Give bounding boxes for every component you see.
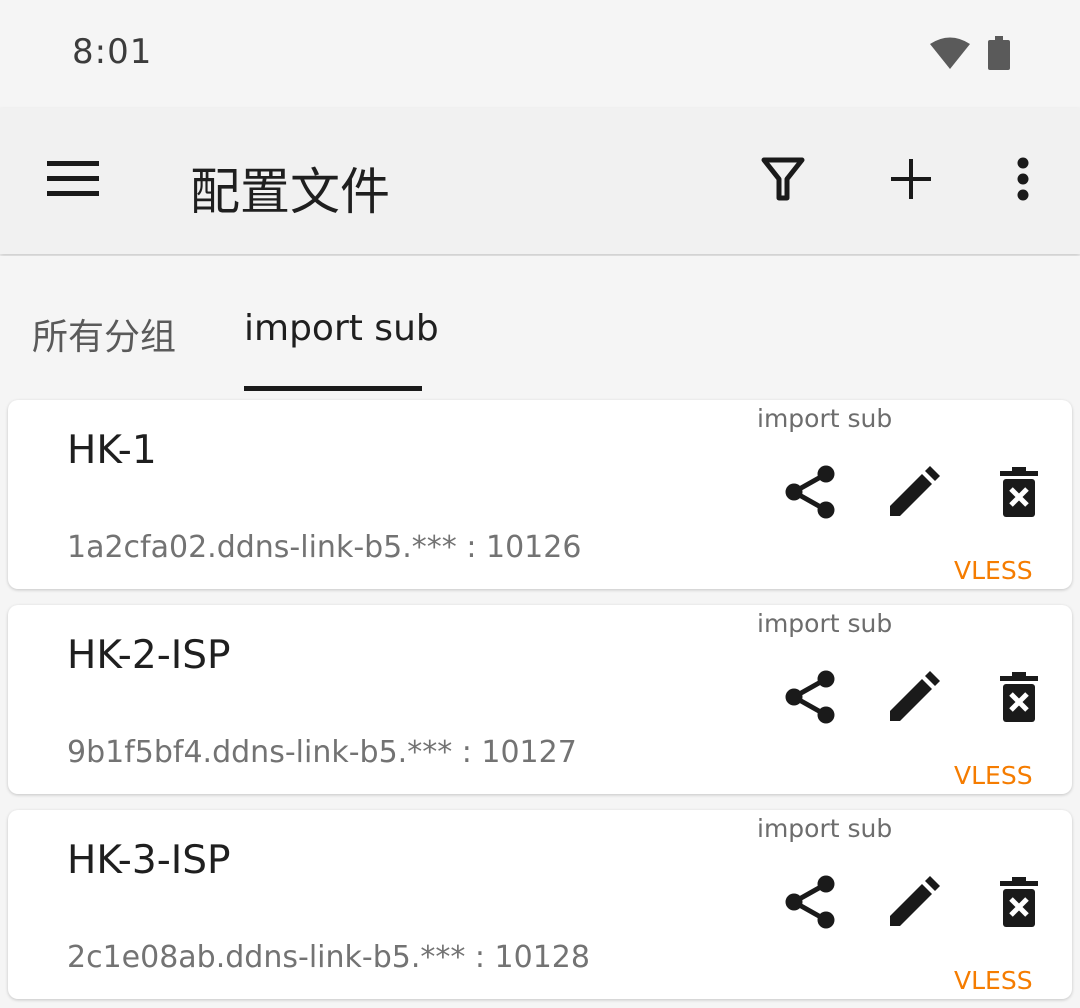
wifi-icon [930,37,970,73]
edit-icon [888,466,940,522]
more-vert-icon [1016,157,1030,205]
delete-icon [1000,672,1038,726]
profile-group: import sub [757,404,893,433]
delete-button[interactable] [989,874,1049,934]
profile-card[interactable]: HK-3-ISP 2c1e08ab.ddns-link-b5.*** : 101… [8,810,1072,999]
menu-icon [47,161,99,201]
profile-type: VLESS [954,966,1033,995]
share-icon [784,875,836,933]
profile-group: import sub [757,814,893,843]
battery-icon [988,36,1010,74]
share-button[interactable] [780,874,840,934]
share-icon [784,465,836,523]
profile-card[interactable]: HK-2-ISP 9b1f5bf4.ddns-link-b5.*** : 101… [8,605,1072,794]
filter-button[interactable] [750,148,816,214]
group-tabs: 所有分组 import sub [0,256,1080,396]
share-icon [784,670,836,728]
profile-address: 2c1e08ab.ddns-link-b5.*** : 10128 [67,940,590,975]
tab-import-sub[interactable]: import sub [244,308,439,349]
app-toolbar: 配置文件 [0,108,1080,254]
profile-name: HK-1 [67,428,157,473]
share-button[interactable] [780,464,840,524]
profile-type: VLESS [954,761,1033,790]
status-bar: 8:01 [0,0,1080,108]
delete-icon [1000,467,1038,521]
tab-all-groups[interactable]: 所有分组 [32,308,176,360]
edit-icon [888,671,940,727]
profile-group: import sub [757,609,893,638]
profile-card[interactable]: HK-1 1a2cfa02.ddns-link-b5.*** : 10126 i… [8,400,1072,589]
edit-button[interactable] [884,669,944,729]
edit-button[interactable] [884,874,944,934]
add-button[interactable] [878,148,944,214]
profile-name: HK-3-ISP [67,838,231,883]
profile-address: 1a2cfa02.ddns-link-b5.*** : 10126 [67,530,582,565]
delete-icon [1000,877,1038,931]
page-title: 配置文件 [190,163,390,221]
profile-address: 9b1f5bf4.ddns-link-b5.*** : 10127 [67,735,577,770]
edit-button[interactable] [884,464,944,524]
share-button[interactable] [780,669,840,729]
status-time: 8:01 [72,32,153,72]
filter-icon [761,157,805,205]
status-icons [930,36,1010,74]
menu-button[interactable] [40,148,106,214]
delete-button[interactable] [989,669,1049,729]
profile-type: VLESS [954,556,1033,585]
tab-indicator [244,386,422,391]
profile-name: HK-2-ISP [67,633,231,678]
add-icon [891,159,931,203]
edit-icon [888,876,940,932]
delete-button[interactable] [989,464,1049,524]
more-options-button[interactable] [990,148,1056,214]
